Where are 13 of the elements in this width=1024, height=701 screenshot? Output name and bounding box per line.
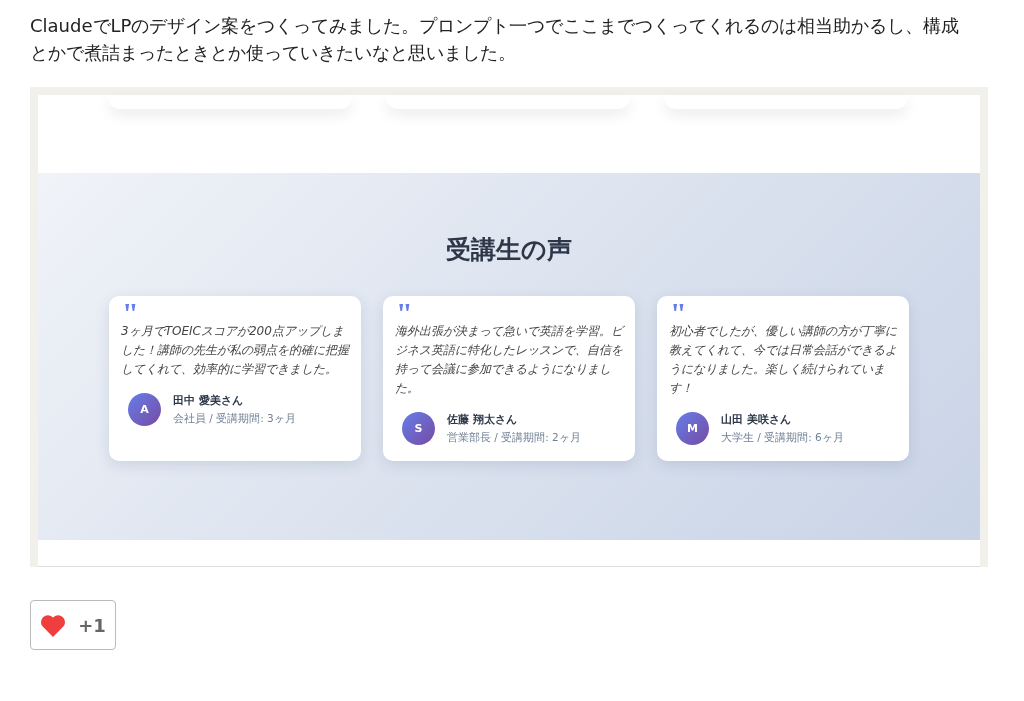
customer-name: 田中 愛美さん [173, 393, 244, 408]
testimonial-text: 3ヶ月でTOEICスコアが200点アップしました！講師の先生が私の弱点を的確に把握してくれて、効率的に学習できました。 [121, 323, 351, 378]
customer-name: 山田 美咲さん [721, 412, 792, 427]
customer-name: 佐藤 翔太さん [447, 412, 518, 427]
customer-info: 大学生 / 受講期間: 6ヶ月 [721, 430, 844, 445]
section-title: 受講生の声 [446, 234, 572, 266]
post-text: ClaudeでLPのデザイン案をつくってみました。プロンプト一つでここまでつくってくれるのは相当助かるし、構成とかで煮詰まったときとか使っていきたいなと思いました。 [30, 14, 961, 65]
avatar: S [402, 412, 435, 445]
avatar: M [676, 412, 709, 445]
customer-info: 会社員 / 受講期間: 3ヶ月 [173, 411, 296, 426]
avatar: A [128, 393, 161, 426]
like-button[interactable]: +1 [30, 600, 116, 650]
customer-info: 営業部長 / 受講期間: 2ヶ月 [447, 430, 581, 445]
